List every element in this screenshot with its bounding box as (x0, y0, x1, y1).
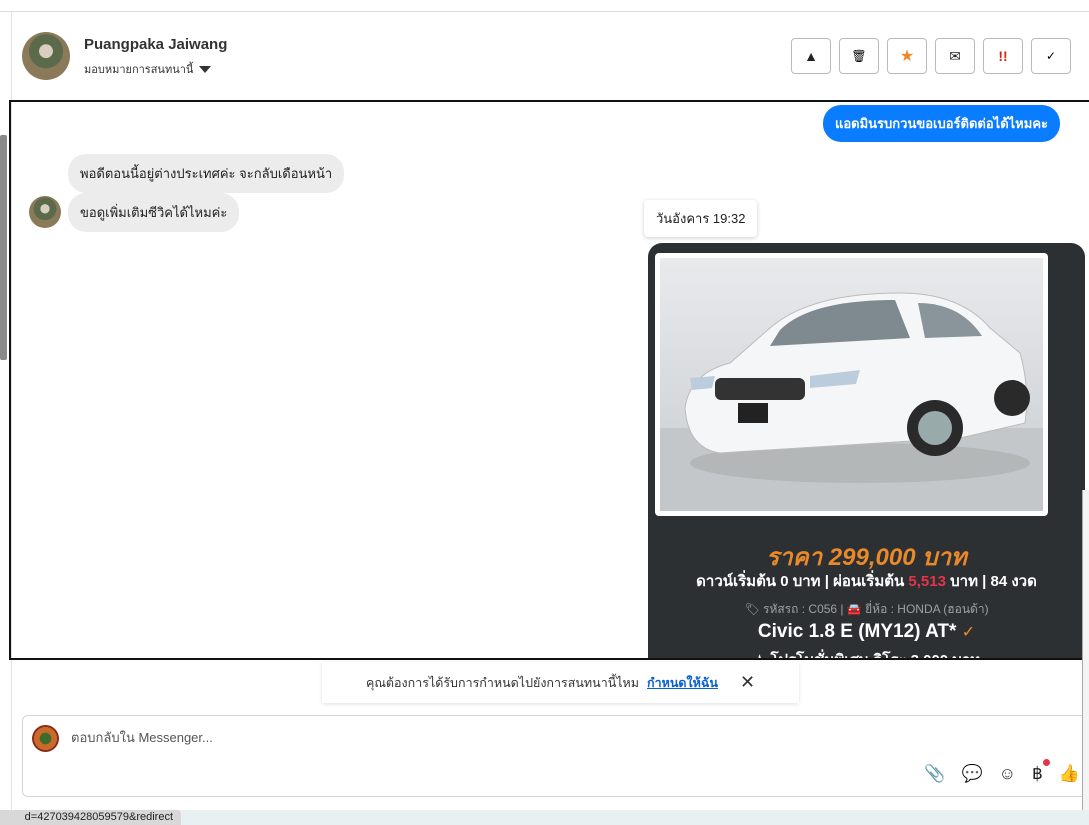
incoming-message: พอดีตอนนี้อยู่ต่างประเทศค่ะ จะกลับเดือนห… (68, 154, 345, 193)
contact-name[interactable]: Puangpaka Jaiwang (84, 36, 227, 53)
installment-terms: บาท | 84 งวด (950, 573, 1037, 590)
model-name: Civic 1.8 E (MY12) AT* (757, 621, 957, 642)
star-icon: ★ (899, 48, 915, 65)
status-url: d=427039428059579&redirect (0, 810, 181, 825)
thumbs-up-icon[interactable]: 👍 (1059, 764, 1080, 784)
car-listing-card[interactable]: ราคา 299,000 บาท ดาวน์เริ่มต้น 0 บาท | ผ… (648, 243, 1085, 658)
car-meta: 🏷 รหัสรถ : C056 | 🚘 ยี่ห้อ : HONDA (ฮอนด… (744, 602, 989, 616)
contact-avatar[interactable] (22, 32, 70, 80)
assign-to-me-link[interactable]: กำหนดให้ฉัน (647, 673, 718, 693)
message-timestamp: วันอังคาร 19:32 (644, 200, 758, 237)
reply-input[interactable] (71, 730, 871, 745)
check-icon: ✓ (1045, 49, 1057, 63)
warning-icon: ▲ (804, 48, 818, 64)
top-divider (0, 11, 1089, 12)
mark-unread-button[interactable]: ✉ (935, 38, 975, 74)
paperclip-icon[interactable]: 📎 (924, 764, 945, 784)
emoji-icon[interactable]: ☺ (999, 764, 1016, 784)
installment-amount: 5,513 (908, 573, 946, 590)
chat-scrollbar[interactable] (0, 118, 8, 808)
status-bar: d=427039428059579&redirect (0, 810, 1089, 825)
envelope-icon: ✉ (949, 47, 961, 64)
down-payment: ดาวน์เริ่มต้น 0 บาท | ผ่อนเริ่มต้น (696, 573, 905, 590)
assign-prompt-text: คุณต้องการได้รับการกำหนดไปยังการสนทนานี้… (365, 675, 640, 690)
header-actions: ▲ 🗑 ★ ✉ !! ✓ (791, 38, 1071, 74)
star-button[interactable]: ★ (887, 38, 927, 74)
chat-bubble-icon[interactable]: 💬 (961, 764, 982, 784)
scrollbar-thumb[interactable] (0, 135, 7, 360)
done-button[interactable]: ✓ (1031, 38, 1071, 74)
important-icon: !! (998, 48, 1008, 64)
car-promo: ★ โปรโมชั่นพิเศษ ลิโระ 3,000 บาท (648, 648, 1085, 658)
verified-icon: ✓ (961, 624, 976, 641)
message-thread: แอดมินรบกวนขอเบอร์ติดต่อได้ไหมคะ พอดีตอน… (9, 100, 1089, 660)
outgoing-message: แอดมินรบกวนขอเบอร์ติดต่อได้ไหมคะ (822, 105, 1060, 142)
side-panel-edge (1082, 490, 1089, 820)
car-photo[interactable] (655, 253, 1048, 516)
financing-terms: ดาวน์เริ่มต้น 0 บาท | ผ่อนเริ่มต้น 5,513… (648, 569, 1085, 593)
delete-button[interactable]: 🗑 (839, 38, 879, 74)
baht-icon[interactable]: ฿ (1032, 759, 1050, 784)
contact-avatar-small (29, 196, 61, 228)
page-avatar (32, 725, 59, 752)
trash-icon: 🗑 (851, 49, 867, 63)
important-button[interactable]: !! (983, 38, 1023, 74)
assign-conversation-dropdown[interactable]: มอบหมายการสนทนานี้ (84, 60, 212, 78)
car-model: Civic 1.8 E (MY12) AT* ✓ (648, 621, 1085, 643)
reply-composer: 📎 💬 ☺ ฿ 👍 (22, 715, 1089, 797)
caret-down-icon (199, 65, 212, 73)
incoming-message: ขอดูเพิ่มเติมซีวิคได้ไหมค่ะ (68, 193, 240, 232)
assign-prompt: คุณต้องการได้รับการกำหนดไปยังการสนทนานี้… (322, 662, 799, 703)
composer-tools: 📎 💬 ☺ ฿ 👍 (924, 759, 1080, 784)
car-image (660, 292, 1043, 511)
report-button[interactable]: ▲ (791, 38, 831, 74)
assign-label: มอบหมายการสนทนานี้ (84, 64, 194, 76)
close-icon[interactable]: ✕ (740, 672, 755, 693)
